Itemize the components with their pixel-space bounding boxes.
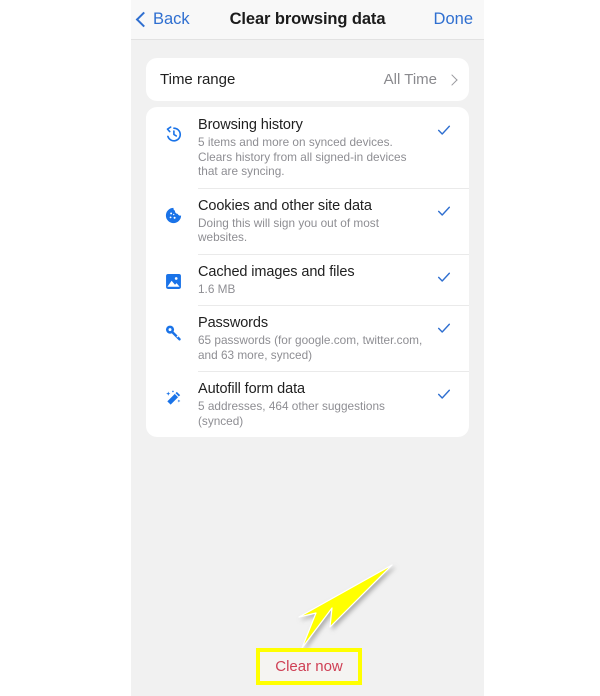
page-title: Clear browsing data bbox=[229, 10, 386, 28]
option-text-cookies: Cookies and other site data Doing this w… bbox=[186, 197, 433, 245]
option-title: Cached images and files bbox=[198, 263, 355, 280]
option-row-cached-images[interactable]: Cached images and files 1.6 MB bbox=[146, 253, 469, 306]
option-text-autofill: Autofill form data 5 addresses, 464 othe… bbox=[186, 380, 433, 428]
checkmark-icon[interactable] bbox=[433, 380, 455, 402]
magic-wand-icon bbox=[160, 380, 186, 408]
phone-screen: Back Clear browsing data Done Time range… bbox=[131, 0, 484, 696]
time-range-card: Time range All Time bbox=[146, 58, 469, 101]
history-clock-icon bbox=[160, 116, 186, 144]
checkmark-icon[interactable] bbox=[433, 314, 455, 336]
done-button[interactable]: Done bbox=[434, 0, 473, 39]
option-subtitle: 5 addresses, 464 other suggestions (sync… bbox=[198, 399, 385, 428]
option-subtitle: 1.6 MB bbox=[198, 281, 236, 296]
checkmark-icon[interactable] bbox=[433, 263, 455, 285]
option-title: Cookies and other site data bbox=[198, 197, 372, 214]
checkmark-icon[interactable] bbox=[433, 197, 455, 219]
data-types-card: Browsing history 5 items and more on syn… bbox=[146, 107, 469, 437]
cookie-icon bbox=[160, 197, 186, 225]
option-text-cached-images: Cached images and files 1.6 MB bbox=[186, 263, 433, 297]
option-row-cookies[interactable]: Cookies and other site data Doing this w… bbox=[146, 187, 469, 254]
option-subtitle: 65 passwords (for google.com, twitter.co… bbox=[198, 333, 423, 362]
option-row-browsing-history[interactable]: Browsing history 5 items and more on syn… bbox=[146, 107, 469, 188]
option-row-passwords[interactable]: Passwords 65 passwords (for google.com, … bbox=[146, 305, 469, 371]
option-subtitle: Doing this will sign you out of most web… bbox=[198, 215, 379, 245]
settings-content: Time range All Time Browsing history 5 i… bbox=[131, 40, 484, 437]
option-row-autofill[interactable]: Autofill form data 5 addresses, 464 othe… bbox=[146, 371, 469, 437]
checkmark-icon[interactable] bbox=[433, 116, 455, 138]
key-icon bbox=[160, 314, 186, 342]
clear-now-button[interactable]: Clear now bbox=[260, 652, 358, 681]
navigation-bar: Back Clear browsing data Done bbox=[131, 0, 484, 40]
option-subtitle: 5 items and more on synced devices. Clea… bbox=[198, 135, 407, 178]
option-title: Autofill form data bbox=[198, 381, 305, 397]
chevron-right-icon bbox=[446, 73, 458, 86]
time-range-row[interactable]: Time range All Time bbox=[146, 58, 469, 101]
clear-now-highlight-box: Clear now bbox=[256, 648, 362, 685]
time-range-value: All Time bbox=[383, 71, 437, 88]
option-text-passwords: Passwords 65 passwords (for google.com, … bbox=[186, 314, 433, 362]
time-range-label: Time range bbox=[160, 71, 236, 88]
image-icon bbox=[160, 263, 186, 291]
option-title: Browsing history bbox=[198, 117, 303, 133]
option-title: Passwords bbox=[198, 315, 269, 331]
option-text-browsing-history: Browsing history 5 items and more on syn… bbox=[186, 116, 433, 179]
